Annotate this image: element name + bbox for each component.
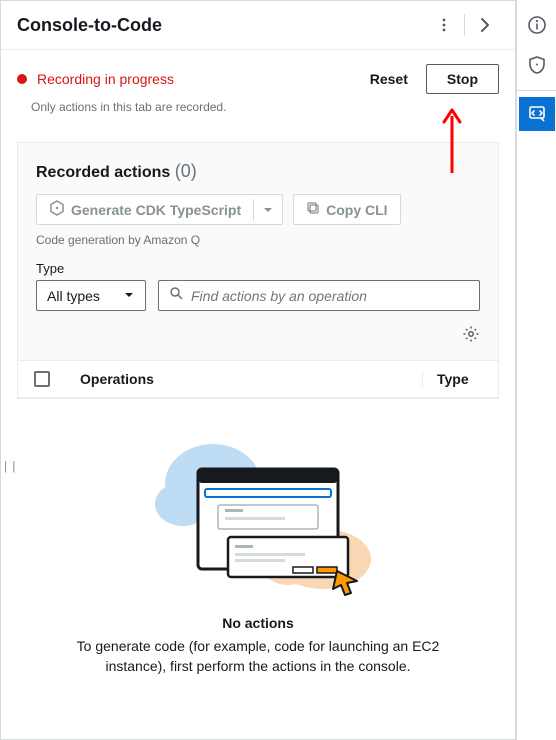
recorded-actions-count: (0) xyxy=(175,161,197,181)
generate-cdk-label: Generate CDK TypeScript xyxy=(71,202,241,218)
column-operations[interactable]: Operations xyxy=(74,371,422,387)
generate-cdk-button[interactable]: Generate CDK TypeScript xyxy=(36,194,283,225)
side-rail xyxy=(516,0,556,740)
resize-handle[interactable]: || xyxy=(2,460,18,474)
titlebar: Console-to-Code xyxy=(1,1,515,50)
search-icon xyxy=(169,286,183,305)
copy-cli-label: Copy CLI xyxy=(326,202,387,218)
code-generation-note: Code generation by Amazon Q xyxy=(36,233,480,247)
search-actions-field[interactable] xyxy=(158,280,480,311)
recorded-actions-card: Recorded actions (0) Generate CDK TypeSc… xyxy=(17,142,499,399)
recording-dot-icon xyxy=(17,74,27,84)
rail-separator xyxy=(517,90,556,91)
hexagon-icon xyxy=(49,200,65,219)
empty-title: No actions xyxy=(25,615,491,631)
console-to-code-rail-icon[interactable] xyxy=(519,97,555,131)
recording-status-bar: Recording in progress Reset Stop xyxy=(1,50,515,100)
settings-gear-icon[interactable] xyxy=(462,325,480,348)
chevron-down-icon xyxy=(123,288,135,304)
empty-description: To generate code (for example, code for … xyxy=(48,637,468,676)
select-all-checkbox[interactable] xyxy=(34,371,50,387)
search-input[interactable] xyxy=(191,288,469,304)
stop-button[interactable]: Stop xyxy=(426,64,499,94)
shield-icon[interactable] xyxy=(519,48,555,82)
recording-note: Only actions in this tab are recorded. xyxy=(1,100,515,128)
column-type[interactable]: Type xyxy=(422,371,482,387)
reset-button[interactable]: Reset xyxy=(370,71,408,87)
copy-icon xyxy=(306,201,320,218)
kebab-menu-icon[interactable] xyxy=(430,11,458,39)
empty-state: No actions To generate code (for example… xyxy=(1,399,515,696)
empty-illustration xyxy=(133,429,383,599)
recorded-actions-title: Recorded actions (0) xyxy=(36,161,480,182)
type-filter-label: Type xyxy=(36,261,480,276)
recorded-actions-title-text: Recorded actions xyxy=(36,164,170,181)
info-icon[interactable] xyxy=(519,8,555,42)
type-filter-select[interactable]: All types xyxy=(36,280,146,311)
console-to-code-panel: Console-to-Code Recording in progress Re… xyxy=(0,0,516,740)
separator xyxy=(464,14,465,36)
copy-cli-button[interactable]: Copy CLI xyxy=(293,194,400,225)
panel-title: Console-to-Code xyxy=(17,15,430,36)
type-filter-value: All types xyxy=(47,288,100,304)
actions-table-header: Operations Type xyxy=(18,360,498,398)
generate-cdk-dropdown[interactable] xyxy=(253,199,282,221)
chevron-right-icon[interactable] xyxy=(471,11,499,39)
recording-status-text: Recording in progress xyxy=(37,71,370,87)
